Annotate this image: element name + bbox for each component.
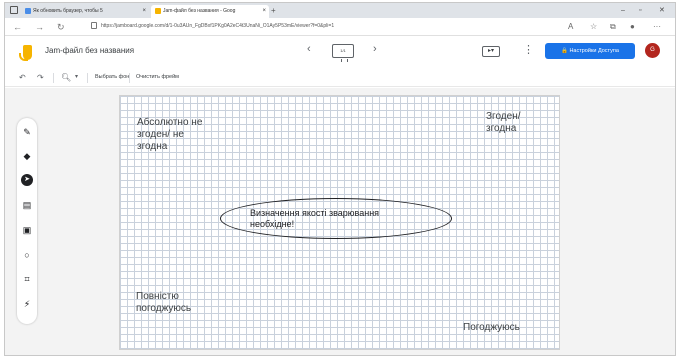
edit-toolbar: ↶ ↷ 🔍︎ ▾ Выбрать фон Очистить фрейм: [5, 69, 675, 87]
jamboard-logo-icon[interactable]: [19, 45, 32, 61]
eraser-icon[interactable]: ◆: [21, 150, 33, 162]
text-line: необхідне!: [250, 219, 295, 229]
browser-tab-label: Jam-файл без названия - Goog: [163, 8, 236, 14]
next-frame-icon[interactable]: ›: [373, 43, 377, 55]
text-agree-bottom[interactable]: Погоджуюсь: [463, 322, 520, 334]
address-bar-row: ← → ↻ https://jamboard.google.com/d/1-0u…: [5, 18, 675, 36]
maximize-icon[interactable]: ▫: [639, 5, 641, 16]
reload-icon[interactable]: ↻: [57, 21, 65, 33]
set-background-button[interactable]: Выбрать фон: [95, 74, 129, 80]
redo-icon[interactable]: ↷: [37, 72, 44, 83]
text-strongly-disagree[interactable]: Абсолютно не згоден/ не згодна: [137, 117, 202, 153]
tab-favicon-icon: [25, 7, 31, 14]
select-icon[interactable]: ➤: [21, 174, 33, 186]
browser-tab-label: Як обновить браузер, чтобы 5: [33, 8, 103, 14]
undo-icon[interactable]: ↶: [19, 72, 26, 83]
browser-tab-active[interactable]: Jam-файл без названия - Goog ×: [151, 5, 269, 18]
text-line: Повністю: [136, 291, 179, 302]
text-box-icon[interactable]: ⌗: [21, 273, 33, 285]
close-tab-icon[interactable]: ×: [262, 5, 266, 18]
previous-frame-icon[interactable]: ‹: [307, 43, 311, 55]
present-icon[interactable]: ▸▾: [482, 46, 500, 57]
read-aloud-icon[interactable]: A: [568, 21, 573, 33]
lock-icon: [91, 22, 97, 29]
collections-icon[interactable]: ⧉: [610, 21, 616, 33]
text-line: Абсолютно не: [137, 117, 203, 128]
frame-bar-toggle[interactable]: 1/1: [332, 44, 354, 62]
browser-tab-bar: Як обновить браузер, чтобы 5 × Jam-файл …: [5, 3, 675, 18]
text-line: Згоден/: [486, 111, 521, 122]
text-line: згодна: [137, 141, 168, 152]
browser-tab-inactive[interactable]: Як обновить браузер, чтобы 5 ×: [21, 5, 149, 18]
text-line: Визначення якості зварювання: [250, 208, 380, 218]
toolbar-divider: [53, 73, 54, 83]
zoom-icon[interactable]: 🔍︎: [61, 72, 71, 83]
more-browser-icon[interactable]: ···: [653, 21, 661, 33]
avatar[interactable]: G: [645, 43, 660, 58]
laser-icon[interactable]: ⚡︎: [21, 298, 33, 310]
document-title[interactable]: Jam-файл без названия: [45, 46, 134, 55]
text-agree[interactable]: Згоден/ згодна: [486, 111, 521, 135]
close-tab-icon[interactable]: ×: [142, 5, 146, 18]
favorites-icon[interactable]: ☆: [590, 21, 597, 33]
clear-frame-button[interactable]: Очистить фрейм: [136, 74, 179, 80]
drawing-tools-panel: ✎ ◆ ➤ ▤ ▣ ○ ⌗ ⚡︎: [17, 118, 37, 324]
close-window-icon[interactable]: ✕: [659, 5, 665, 16]
toolbar-divider: [87, 73, 88, 83]
text-line: згодна: [486, 123, 517, 134]
tab-actions-icon[interactable]: [10, 6, 18, 14]
text-central-statement[interactable]: Визначення якості зварювання необхідне!: [250, 208, 379, 230]
circle-icon[interactable]: ○: [21, 249, 33, 261]
zoom-dropdown-icon[interactable]: ▾: [75, 72, 78, 83]
text-line: погоджуюсь: [136, 303, 192, 314]
forward-icon[interactable]: →: [35, 21, 44, 33]
share-button[interactable]: 🔒 Настройки Доступа: [545, 43, 635, 59]
jamboard-header: Jam-файл без названия ‹ 1/1 › ▸▾ ⋮ 🔒 Нас…: [5, 37, 675, 67]
profile-icon[interactable]: ●: [630, 21, 635, 33]
jamboard-favicon-icon: [155, 7, 161, 14]
url-field[interactable]: https://jamboard.google.com/d/1-0u3AUn_F…: [101, 23, 334, 29]
sticky-note-icon[interactable]: ▤: [21, 199, 33, 211]
minimize-icon[interactable]: –: [621, 5, 625, 16]
share-button-label: Настройки Доступа: [569, 48, 619, 54]
text-fully-agree[interactable]: Повністю погоджуюсь: [136, 291, 191, 315]
toolbar-divider: [129, 73, 130, 83]
back-icon[interactable]: ←: [13, 21, 22, 33]
image-icon[interactable]: ▣: [21, 224, 33, 236]
text-line: згоден/ не: [137, 129, 184, 140]
more-options-icon[interactable]: ⋮: [523, 43, 534, 56]
new-tab-button[interactable]: +: [271, 5, 276, 17]
pen-icon[interactable]: ✎: [21, 126, 33, 138]
